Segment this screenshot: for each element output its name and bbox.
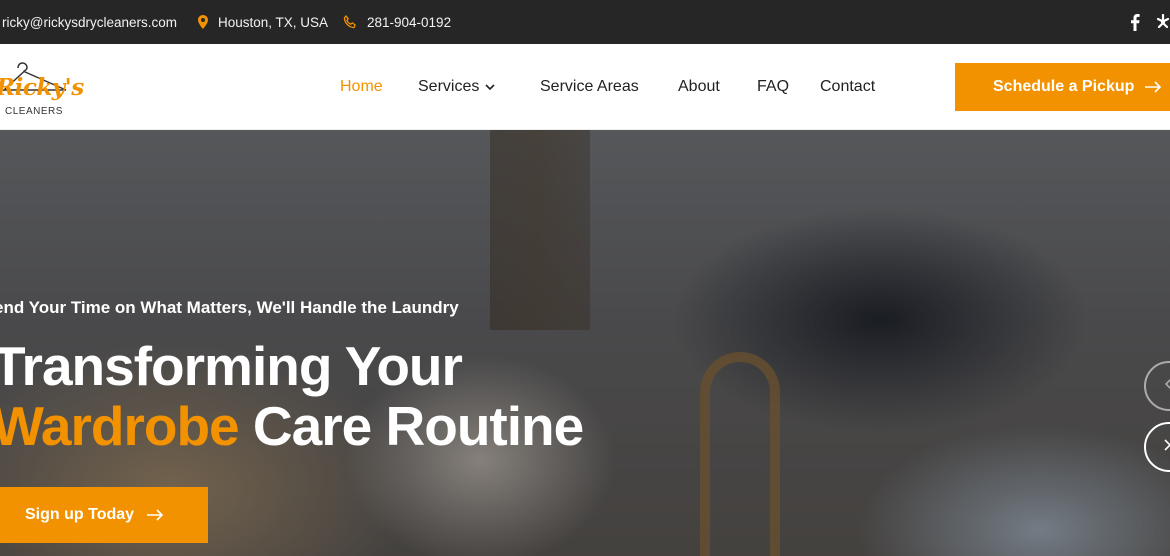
hero-title-line1: Transforming Your	[0, 335, 463, 397]
topbar-location-text: Houston, TX, USA	[218, 14, 329, 30]
nav-faq[interactable]: FAQ	[757, 44, 789, 130]
topbar-email[interactable]: ricky@rickysdrycleaners.com	[2, 0, 177, 44]
phone-icon	[343, 15, 357, 29]
hero-title-line2-rest: Care Routine	[238, 395, 584, 457]
topbar-phone[interactable]: 281-904-0192	[343, 0, 451, 44]
sign-up-button[interactable]: Sign up Today	[0, 487, 208, 543]
hero-title: Transforming Your Wardrobe Care Routine	[0, 335, 584, 457]
social-links	[1128, 0, 1170, 44]
nav-contact[interactable]: Contact	[820, 44, 875, 130]
topbar-location: Houston, TX, USA	[198, 0, 328, 44]
hero-subtitle: end Your Time on What Matters, We'll Han…	[0, 298, 459, 317]
logo-script-text: Ricky's	[0, 74, 84, 101]
arrow-right-icon	[146, 509, 164, 521]
hero-title-line2: Wardrobe Care Routine	[0, 395, 584, 457]
nav-about[interactable]: About	[678, 44, 720, 130]
hero-title-accent: Wardrobe	[0, 395, 240, 457]
chevron-down-icon	[485, 83, 495, 91]
logo-sub-text: CLEANERS	[5, 106, 63, 117]
schedule-pickup-label: Schedule a Pickup	[993, 78, 1135, 95]
sign-up-label: Sign up Today	[25, 506, 135, 523]
location-pin-icon	[198, 15, 208, 29]
yelp-icon[interactable]	[1156, 13, 1170, 31]
chevron-left-icon	[1164, 377, 1170, 396]
facebook-icon[interactable]	[1128, 13, 1142, 31]
topbar-email-text[interactable]: ricky@rickysdrycleaners.com	[2, 15, 177, 30]
schedule-pickup-button[interactable]: Schedule a Pickup	[955, 63, 1170, 111]
nav-services[interactable]: Services	[418, 44, 495, 130]
arrow-right-icon	[1144, 81, 1162, 93]
top-bar: ricky@rickysdrycleaners.com Houston, TX,…	[0, 0, 1170, 44]
close-icon	[1164, 438, 1170, 456]
nav-home[interactable]: Home	[340, 44, 383, 130]
nav-services-label: Services	[418, 78, 480, 95]
nav-service-areas[interactable]: Service Areas	[540, 44, 639, 130]
hero-section: end Your Time on What Matters, We'll Han…	[0, 130, 1170, 556]
topbar-phone-text[interactable]: 281-904-0192	[367, 15, 451, 30]
site-logo[interactable]: Ricky's CLEANERS	[0, 50, 84, 120]
site-header: Ricky's CLEANERS Home Services Service A…	[0, 44, 1170, 130]
